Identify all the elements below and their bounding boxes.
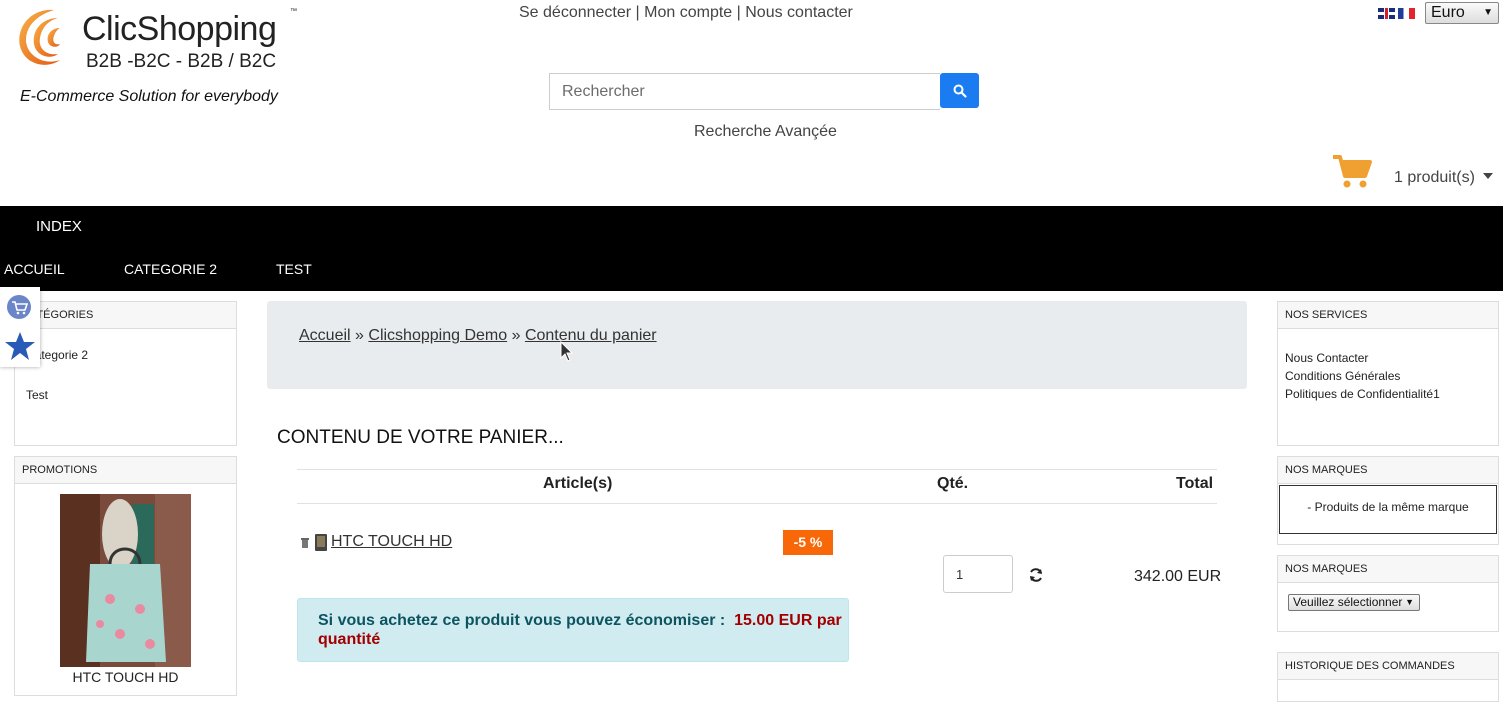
link-separator: | <box>635 4 640 21</box>
services-box: NOS SERVICES Nous Contacter Conditions G… <box>1277 301 1499 446</box>
nav-categorie-2[interactable]: CATEGORIE 2 <box>124 261 217 277</box>
savings-amount: 15.00 EUR par <box>734 612 842 629</box>
logo-trademark: ™ <box>290 8 297 15</box>
select-arrow-icon: ▼ <box>1483 7 1493 18</box>
shopping-cart-icon[interactable] <box>1332 153 1372 189</box>
trash-icon[interactable] <box>300 537 310 549</box>
nav-index[interactable]: INDEX <box>36 218 82 235</box>
account-link[interactable]: Mon compte <box>644 4 732 21</box>
brands-select-box: NOS MARQUES Veuillez sélectionner ▼ <box>1277 555 1499 632</box>
language-flags <box>1378 8 1415 19</box>
column-header-article: Article(s) <box>543 475 613 492</box>
column-header-quantity: Qté. <box>937 475 969 492</box>
search-bar <box>549 73 979 110</box>
brand-select-value: Veuillez sélectionner <box>1293 595 1403 609</box>
logo-models: B2B -B2C - B2B / B2C <box>86 51 277 72</box>
line-total: 342.00 EUR <box>1134 568 1222 585</box>
service-link-privacy[interactable]: Politiques de Confidentialité1 <box>1285 385 1498 403</box>
nav-accueil[interactable]: ACCUEIL <box>4 261 65 277</box>
categories-title: CATÉGORIES <box>15 302 236 329</box>
table-divider <box>297 469 1217 470</box>
contact-link[interactable]: Nous contacter <box>745 4 853 21</box>
cart-badge-icon[interactable] <box>5 293 33 321</box>
column-header-total: Total <box>1176 475 1214 492</box>
mouse-cursor-icon <box>560 341 574 362</box>
french-flag-icon[interactable] <box>1398 8 1415 19</box>
breadcrumb-shop[interactable]: Clicshopping Demo <box>368 327 507 344</box>
service-link-contact[interactable]: Nous Contacter <box>1285 349 1498 367</box>
favorites-star-icon[interactable] <box>4 331 36 361</box>
cart-title: CONTENU DE VOTRE PANIER... <box>277 427 564 448</box>
order-history-box: HISTORIQUE DES COMMANDES <box>1277 652 1499 702</box>
select-arrow-icon: ▼ <box>1405 597 1414 607</box>
cart-summary[interactable]: 1 produit(s) <box>1394 169 1475 187</box>
savings-text: Si vous achetez ce produit vous pouvez é… <box>318 612 726 629</box>
search-input[interactable] <box>549 73 940 110</box>
top-links: Se déconnecter | Mon compte | Nous conta… <box>519 4 853 22</box>
category-item[interactable]: Categorie 2 <box>26 346 236 364</box>
cart-product-link[interactable]: HTC TOUCH HD <box>331 533 452 551</box>
search-icon <box>953 84 967 98</box>
same-brand-products-link[interactable]: - Produits de la même marque <box>1279 485 1497 534</box>
savings-alert: Si vous achetez ce produit vous pouvez é… <box>297 598 849 662</box>
breadcrumb: Accueil » Clicshopping Demo » Contenu du… <box>267 301 1247 389</box>
breadcrumb-current[interactable]: Contenu du panier <box>525 327 657 344</box>
table-divider <box>297 503 1217 504</box>
discount-badge: -5 % <box>783 530 833 555</box>
cart-dropdown-caret-icon[interactable] <box>1483 173 1493 179</box>
search-button[interactable] <box>940 73 979 108</box>
advanced-search-link[interactable]: Recherche Avançée <box>694 123 837 141</box>
brands-title: NOS MARQUES <box>1278 457 1498 484</box>
promotion-product-name[interactable]: HTC TOUCH HD <box>15 669 236 685</box>
brands-box: NOS MARQUES - Produits de la même marque <box>1277 456 1499 545</box>
order-history-title: HISTORIQUE DES COMMANDES <box>1278 653 1498 680</box>
product-thumbnail[interactable] <box>315 534 327 551</box>
brands-select-title: NOS MARQUES <box>1278 556 1498 583</box>
quantity-input[interactable] <box>943 555 1013 593</box>
english-flag-icon[interactable] <box>1378 8 1395 19</box>
logo-brand: ClicShopping <box>82 10 277 48</box>
category-item[interactable]: Test <box>26 386 236 404</box>
main-navigation: INDEX ACCUEIL CATEGORIE 2 TEST <box>0 206 1503 291</box>
currency-value: Euro <box>1431 4 1465 21</box>
brand-select[interactable]: Veuillez sélectionner ▼ <box>1288 594 1420 611</box>
logo-tagline: E-Commerce Solution for everybody <box>20 88 278 105</box>
breadcrumb-separator: » <box>511 327 521 344</box>
nav-test[interactable]: TEST <box>276 261 312 277</box>
categories-box: CATÉGORIES Categorie 2 Test <box>14 301 237 446</box>
promotions-box: PROMOTIONS HTC TOUCH HD <box>14 456 237 696</box>
refresh-icon[interactable] <box>1028 567 1044 583</box>
services-title: NOS SERVICES <box>1278 302 1498 329</box>
link-separator: | <box>736 4 741 21</box>
breadcrumb-home[interactable]: Accueil <box>299 327 351 344</box>
service-link-terms[interactable]: Conditions Générales <box>1285 367 1498 385</box>
site-logo[interactable]: ClicShopping ™ B2B -B2C - B2B / B2C E-Co… <box>14 4 304 114</box>
breadcrumb-separator: » <box>355 327 364 344</box>
currency-select[interactable]: Euro ▼ <box>1425 2 1499 24</box>
logout-link[interactable]: Se déconnecter <box>519 4 631 21</box>
floating-toolbar <box>0 287 40 367</box>
logo-swirl-icon <box>19 9 60 65</box>
savings-unit: quantité <box>318 631 381 648</box>
promotions-title: PROMOTIONS <box>15 457 236 484</box>
promotion-product-image[interactable] <box>60 494 191 667</box>
